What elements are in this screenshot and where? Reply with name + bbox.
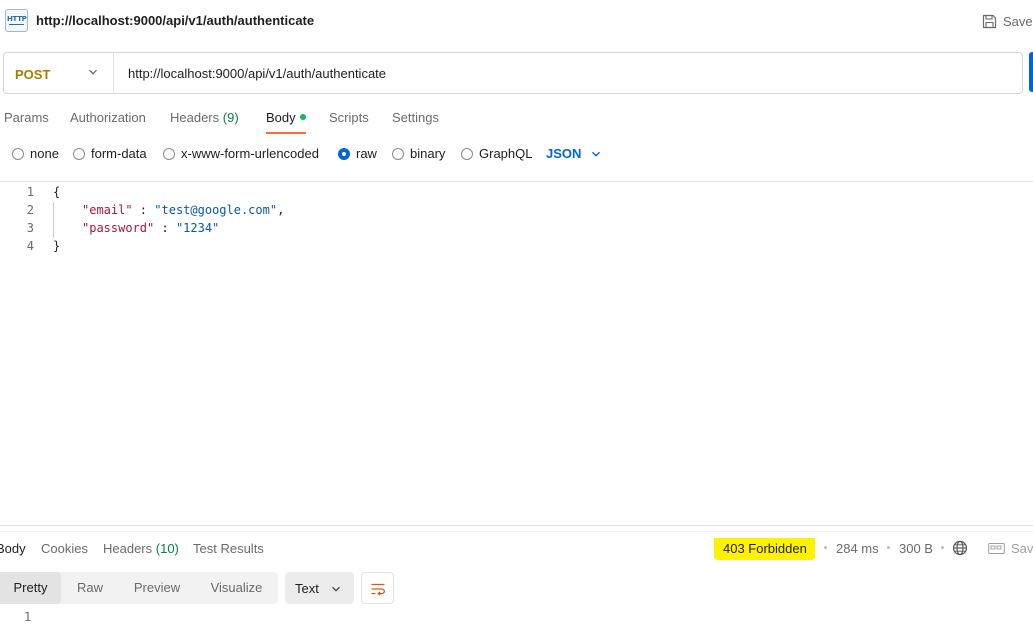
http-request-icon: HTTP (5, 9, 28, 32)
response-size[interactable]: 300 B (899, 541, 933, 556)
tab-settings[interactable]: Settings (392, 110, 439, 125)
tab-scripts[interactable]: Scripts (329, 110, 369, 125)
save-icon (982, 14, 997, 28)
line-number: 2 (26, 203, 34, 217)
code-line: { (53, 185, 61, 199)
radio-none[interactable]: none (12, 146, 59, 161)
format-select[interactable]: JSON (546, 146, 601, 161)
globe-icon[interactable] (952, 540, 968, 556)
save-button[interactable]: Save (982, 12, 1033, 30)
view-visualize[interactable]: Visualize (195, 572, 278, 604)
response-time[interactable]: 284 ms (836, 541, 879, 556)
chevron-down-icon (592, 151, 601, 157)
save-label: Save (1003, 13, 1033, 29)
radio-circle (73, 147, 85, 160)
radio-circle (12, 147, 24, 160)
body-modified-dot (299, 114, 306, 120)
radio-urlencoded[interactable]: x-www-form-urlencoded (163, 146, 319, 161)
tab-body[interactable]: Body (266, 110, 306, 134)
tab-params[interactable]: Params (4, 110, 49, 125)
radio-form-data[interactable]: form-data (73, 146, 147, 161)
radio-circle (461, 147, 473, 160)
save-response-button[interactable]: Save (988, 541, 1033, 556)
request-tabs: Params Authorization Headers (9) Body Sc… (0, 104, 1033, 134)
request-title[interactable]: http://localhost:9000/api/v1/auth/authen… (36, 13, 314, 28)
view-mode-group: Pretty Raw Preview Visualize (0, 572, 278, 604)
response-format-select[interactable]: Text (285, 572, 354, 604)
pane-splitter[interactable] (0, 525, 1033, 526)
radio-circle (392, 147, 404, 160)
body-editor[interactable]: 1 2 3 4 { "email" : "test@google.com", "… (0, 183, 1033, 263)
line-number: 3 (26, 221, 34, 235)
resp-tab-body[interactable]: Body (0, 541, 26, 556)
line-number: 1 (26, 185, 34, 199)
view-preview[interactable]: Preview (119, 572, 195, 604)
resp-tab-cookies[interactable]: Cookies (41, 541, 88, 556)
code-line: } (53, 239, 61, 253)
tab-headers[interactable]: Headers (9) (170, 110, 239, 125)
wrap-lines-icon (371, 583, 385, 596)
radio-binary[interactable]: binary (392, 146, 445, 161)
resp-tab-headers[interactable]: Headers (10) (103, 541, 179, 556)
chevron-down-icon (332, 586, 340, 592)
save-response-icon (988, 543, 1005, 554)
response-view-toolbar: Pretty Raw Preview Visualize Text (0, 572, 1033, 604)
divider (0, 531, 1033, 532)
resp-headers-count: (10) (155, 541, 179, 556)
radio-graphql[interactable]: GraphQL (461, 146, 532, 161)
headers-count: (9) (222, 110, 239, 125)
response-line-number: 1 (24, 610, 32, 624)
radio-raw[interactable]: raw (338, 146, 377, 161)
wrap-lines-button[interactable] (361, 572, 394, 604)
separator-dot (887, 546, 890, 549)
method-select[interactable]: POST (4, 53, 114, 93)
separator-dot (941, 546, 944, 549)
divider (0, 181, 1033, 182)
title-bar: HTTP http://localhost:9000/api/v1/auth/a… (0, 0, 1033, 40)
radio-circle-checked (338, 147, 350, 160)
url-input[interactable] (116, 54, 1006, 92)
body-type-selector: none form-data x-www-form-urlencoded raw… (0, 142, 1033, 164)
send-button[interactable] (1029, 52, 1033, 92)
separator-dot (824, 546, 827, 549)
code-line: "password" : "1234" (82, 221, 220, 235)
radio-circle (163, 147, 175, 160)
method-label: POST (15, 67, 51, 82)
tab-authorization[interactable]: Authorization (70, 110, 146, 125)
active-tab-underline (266, 132, 306, 134)
line-number: 4 (26, 239, 34, 253)
indent-guide (53, 202, 54, 238)
code-line: "email" : "test@google.com", (82, 203, 285, 217)
url-bar: POST (3, 52, 1023, 94)
resp-tab-test-results[interactable]: Test Results (193, 541, 264, 556)
chevron-down-icon (89, 69, 97, 75)
view-pretty[interactable]: Pretty (0, 572, 61, 604)
status-badge[interactable]: 403 Forbidden (714, 538, 815, 560)
view-raw[interactable]: Raw (61, 572, 119, 604)
